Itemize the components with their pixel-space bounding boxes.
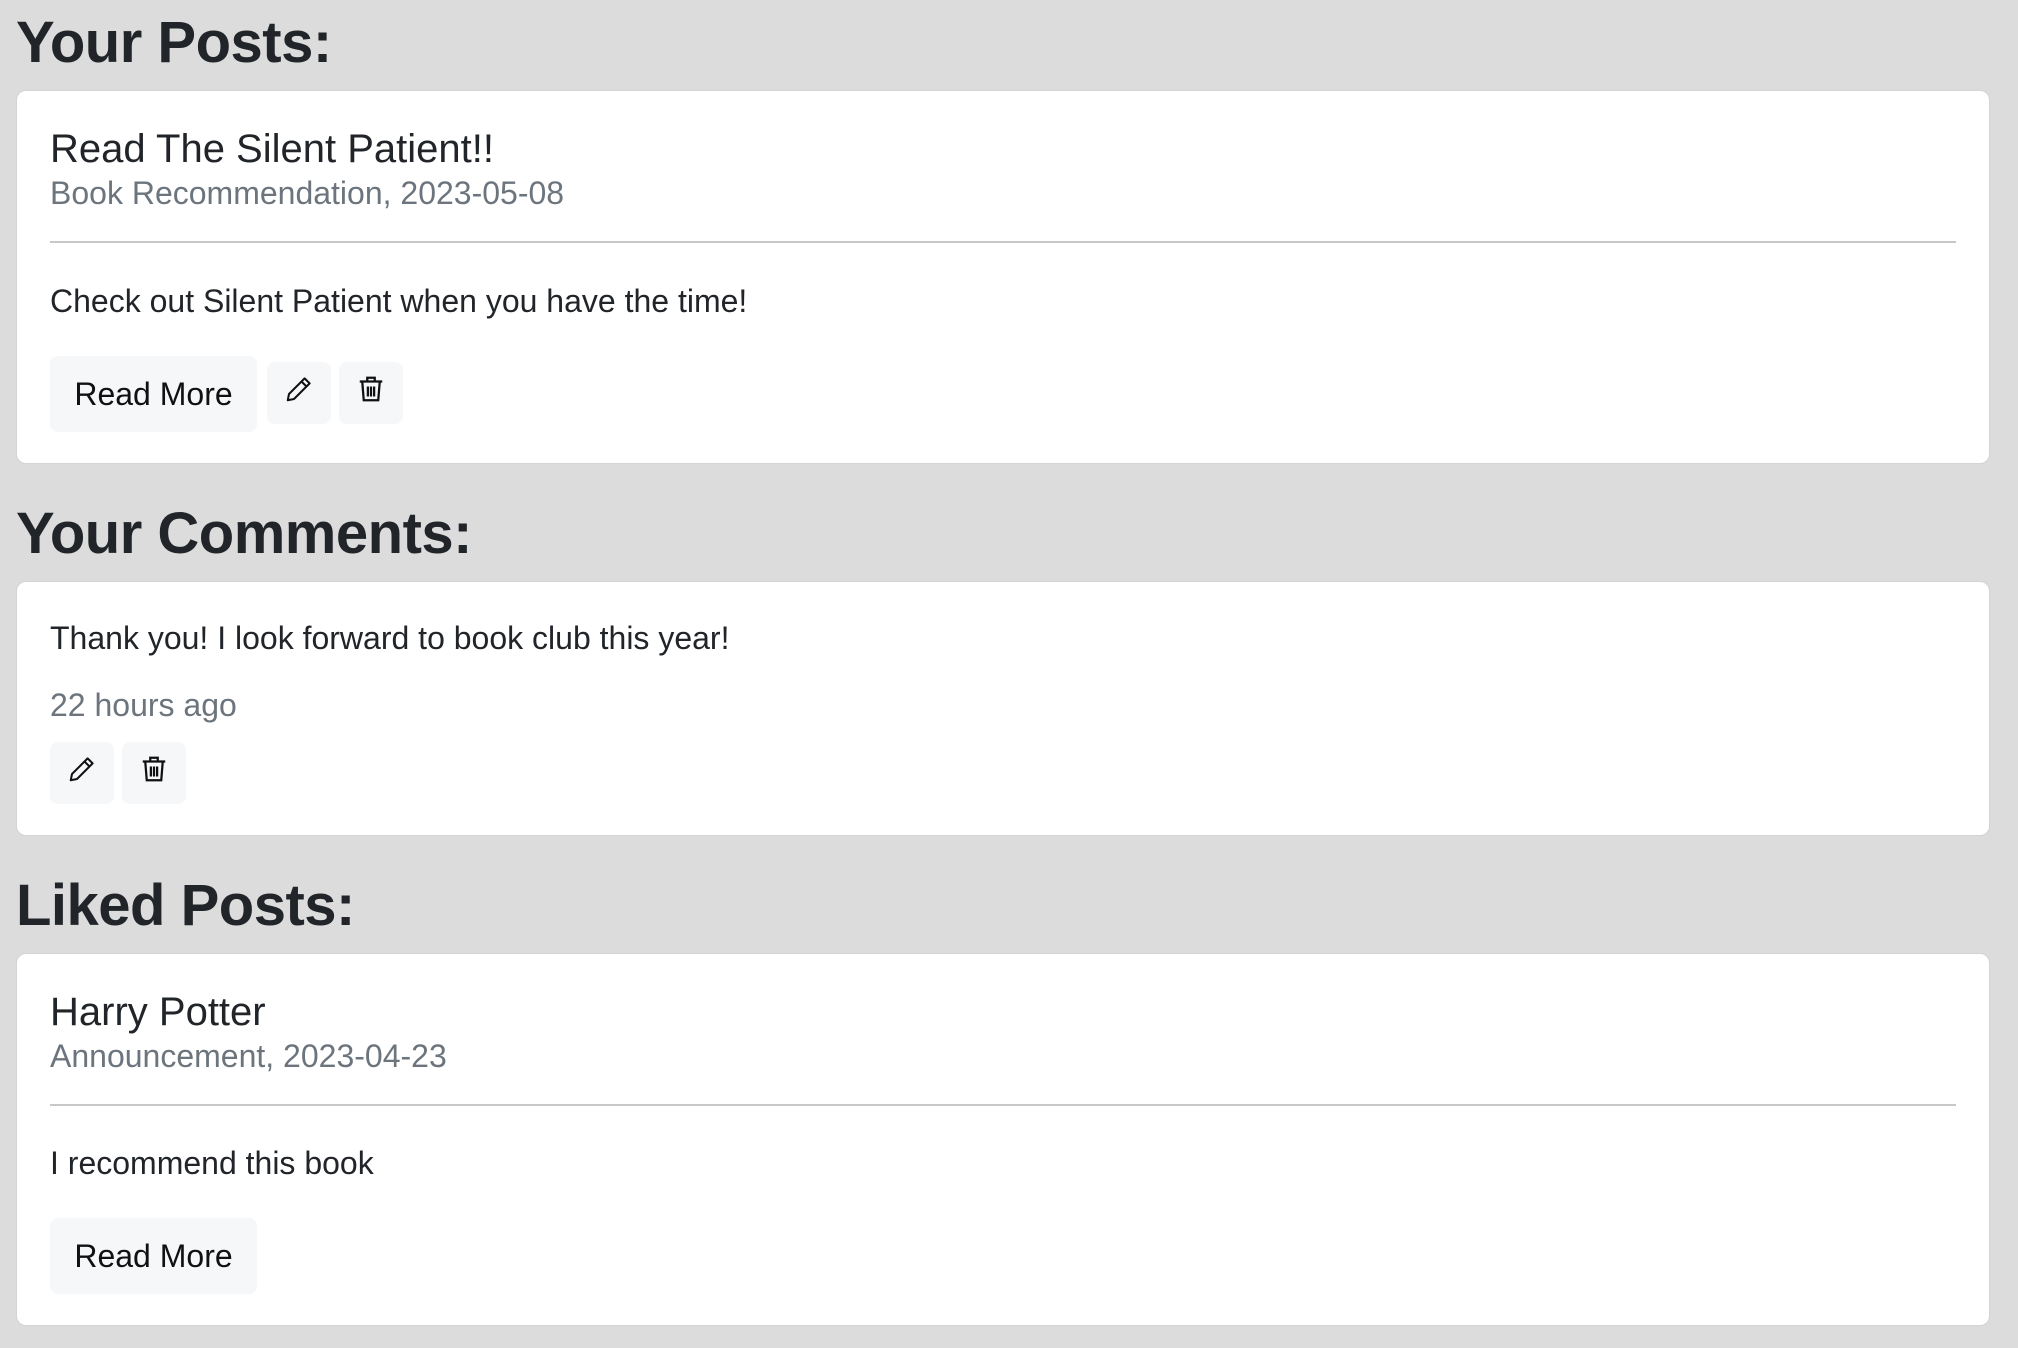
delete-post-button[interactable] <box>339 362 403 424</box>
trash-icon <box>139 754 169 792</box>
read-more-button[interactable]: Read More <box>50 1218 257 1294</box>
post-divider <box>50 241 1956 243</box>
post-card: Read The Silent Patient!! Book Recommend… <box>16 90 1990 464</box>
post-body: Check out Silent Patient when you have t… <box>50 283 748 319</box>
delete-comment-button[interactable] <box>122 742 186 804</box>
post-title: Read The Silent Patient!! <box>50 127 494 171</box>
edit-comment-button[interactable] <box>50 742 114 804</box>
post-meta: Announcement, 2023-04-23 <box>50 1038 447 1074</box>
pencil-icon <box>67 754 97 792</box>
pencil-icon <box>284 374 314 412</box>
post-body: I recommend this book <box>50 1145 374 1181</box>
comment-text: Thank you! I look forward to book club t… <box>50 620 730 656</box>
post-meta: Book Recommendation, 2023-05-08 <box>50 175 565 211</box>
liked-posts-heading: Liked Posts: <box>16 873 355 938</box>
comment-card: Thank you! I look forward to book club t… <box>16 581 1990 836</box>
your-posts-heading: Your Posts: <box>16 10 332 75</box>
post-divider <box>50 1104 1956 1106</box>
your-comments-heading: Your Comments: <box>16 501 472 566</box>
post-title: Harry Potter <box>50 990 266 1034</box>
liked-post-card: Harry Potter Announcement, 2023-04-23 I … <box>16 953 1990 1326</box>
edit-post-button[interactable] <box>267 362 331 424</box>
read-more-button[interactable]: Read More <box>50 356 257 432</box>
trash-icon <box>356 374 386 412</box>
comment-time: 22 hours ago <box>50 687 237 723</box>
